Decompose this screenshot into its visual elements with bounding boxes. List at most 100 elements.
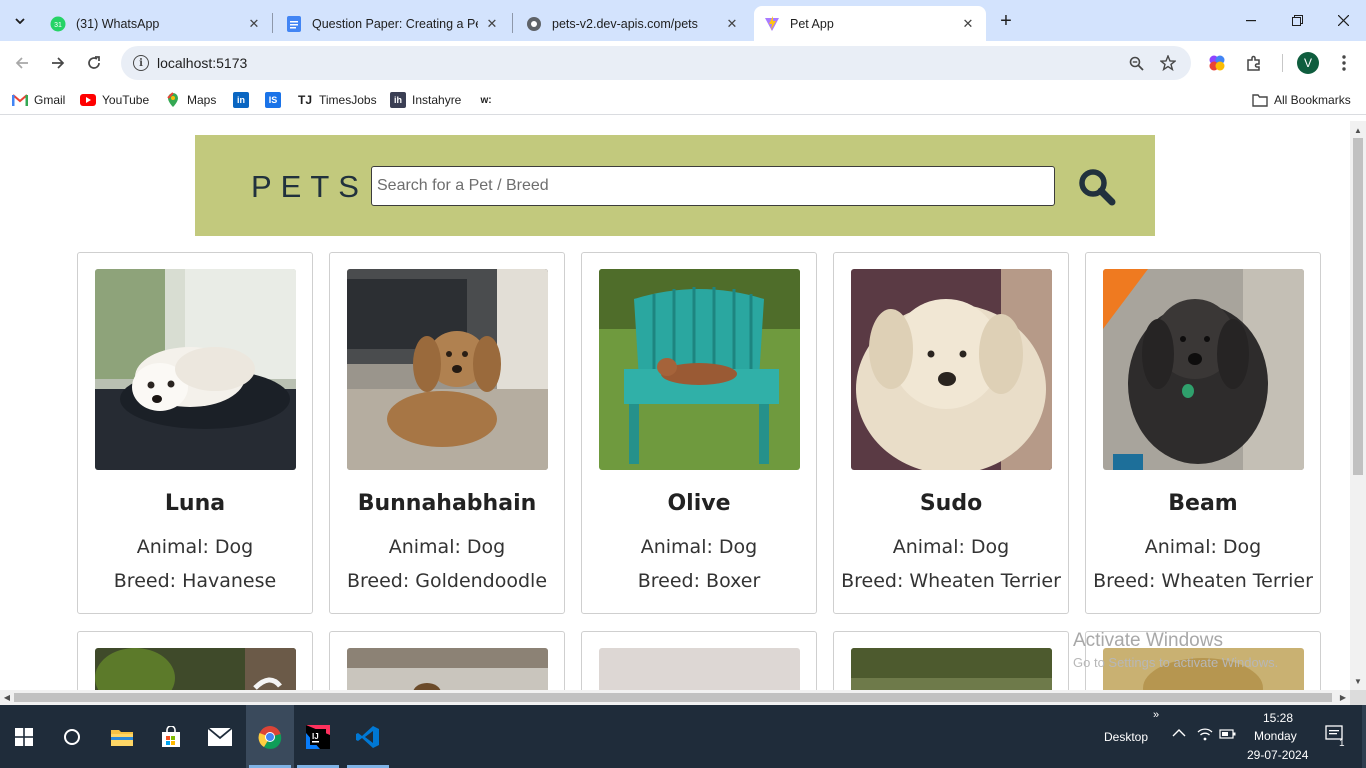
search-button[interactable] bbox=[1077, 167, 1117, 207]
tab-question-paper[interactable]: Question Paper: Creating a Pet A ✕ bbox=[276, 6, 510, 41]
close-icon[interactable]: ✕ bbox=[246, 16, 262, 32]
tab-pets-api[interactable]: pets-v2.dev-apis.com/pets ✕ bbox=[516, 6, 750, 41]
pet-search-input[interactable] bbox=[371, 166, 1055, 206]
vertical-scrollbar[interactable]: ▲ ▼ bbox=[1350, 121, 1366, 690]
scroll-up-icon[interactable]: ▲ bbox=[1350, 123, 1366, 137]
back-button[interactable] bbox=[9, 50, 35, 76]
show-desktop-strip[interactable] bbox=[1362, 705, 1366, 768]
toolbar-divider bbox=[1282, 54, 1283, 72]
scroll-down-icon[interactable]: ▼ bbox=[1350, 674, 1366, 688]
restore-button[interactable] bbox=[1274, 0, 1320, 41]
horizontal-scrollbar[interactable]: ◀ ▶ bbox=[0, 690, 1350, 705]
horizontal-scroll-thumb[interactable] bbox=[14, 693, 1332, 702]
address-bar[interactable]: i localhost:5173 bbox=[121, 46, 1191, 80]
puzzle-icon[interactable] bbox=[1242, 51, 1266, 75]
pet-card[interactable]: Olive Animal: Dog Breed: Boxer bbox=[581, 252, 817, 614]
bookmark-timesjobs[interactable]: TJ TimesJobs bbox=[297, 91, 377, 109]
all-bookmarks-label: All Bookmarks bbox=[1274, 93, 1351, 107]
close-icon[interactable]: ✕ bbox=[484, 16, 500, 32]
url-text: localhost:5173 bbox=[157, 55, 248, 71]
start-button[interactable] bbox=[0, 705, 48, 768]
forward-button[interactable] bbox=[45, 50, 71, 76]
tab-search-button[interactable] bbox=[8, 9, 32, 33]
tab-strip: 31 (31) WhatsApp ✕ Question Paper: Creat… bbox=[0, 0, 1366, 41]
pet-animal: Animal: Dog bbox=[1144, 536, 1262, 558]
activate-windows-subtitle: Go to Settings to activate Windows. bbox=[1073, 655, 1279, 670]
minimize-button[interactable] bbox=[1228, 0, 1274, 41]
w-icon: w: bbox=[480, 94, 492, 106]
iimjobs-icon: IS bbox=[265, 92, 281, 108]
tray-overflow-icon[interactable]: » bbox=[1153, 709, 1159, 721]
close-window-button[interactable] bbox=[1320, 0, 1366, 41]
show-hidden-icons[interactable] bbox=[1172, 727, 1186, 741]
pet-photo bbox=[599, 269, 800, 470]
scroll-right-icon[interactable]: ▶ bbox=[1336, 690, 1350, 705]
bookmark-star-icon[interactable] bbox=[1157, 53, 1179, 73]
extension-icon[interactable] bbox=[1205, 51, 1229, 75]
globe-icon bbox=[526, 16, 542, 32]
vertical-scroll-thumb[interactable] bbox=[1353, 138, 1363, 475]
taskbar-file-explorer[interactable] bbox=[98, 705, 146, 768]
bookmark-youtube[interactable]: YouTube bbox=[80, 91, 149, 109]
reload-button[interactable] bbox=[81, 50, 107, 76]
bookmark-label: Maps bbox=[187, 93, 217, 107]
menu-icon[interactable] bbox=[1332, 51, 1356, 75]
bookmark-linkedin[interactable]: in bbox=[233, 91, 255, 109]
pet-card[interactable] bbox=[833, 631, 1069, 690]
pet-card[interactable] bbox=[581, 631, 817, 690]
pet-card[interactable] bbox=[329, 631, 565, 690]
pet-card[interactable]: Beam Animal: Dog Breed: Wheaten Terrier bbox=[1085, 252, 1321, 614]
close-icon[interactable]: ✕ bbox=[724, 16, 740, 32]
pet-card[interactable]: Luna Animal: Dog Breed: Havanese bbox=[77, 252, 313, 614]
taskbar-mail[interactable] bbox=[196, 705, 244, 768]
pet-photo bbox=[851, 648, 1052, 690]
pet-name: Sudo bbox=[919, 491, 983, 516]
taskbar-chrome[interactable] bbox=[246, 705, 294, 768]
pet-animal: Animal: Dog bbox=[388, 536, 506, 558]
pet-breed: Breed: Wheaten Terrier bbox=[1093, 570, 1313, 592]
pet-card[interactable] bbox=[77, 631, 313, 690]
pet-photo bbox=[851, 269, 1052, 470]
bookmark-iimjobs[interactable]: IS bbox=[265, 91, 287, 109]
page-viewport: PETS Lu bbox=[0, 121, 1350, 690]
tab-whatsapp[interactable]: 31 (31) WhatsApp ✕ bbox=[40, 6, 272, 41]
taskbar-store[interactable] bbox=[147, 705, 195, 768]
new-tab-button[interactable]: + bbox=[994, 9, 1018, 33]
pet-photo bbox=[599, 648, 800, 690]
battery-icon[interactable] bbox=[1219, 728, 1237, 743]
taskbar-vscode[interactable] bbox=[344, 705, 392, 768]
bookmark-w[interactable]: w: bbox=[478, 91, 500, 109]
site-info-icon[interactable]: i bbox=[133, 55, 149, 71]
pet-card[interactable]: Sudo Animal: Dog Breed: Wheaten Terrier bbox=[833, 252, 1069, 614]
close-icon[interactable]: ✕ bbox=[960, 16, 976, 32]
profile-avatar[interactable]: V bbox=[1297, 52, 1319, 74]
linkedin-icon: in bbox=[233, 92, 249, 108]
pet-card[interactable]: Bunnahabhain Animal: Dog Breed: Goldendo… bbox=[329, 252, 565, 614]
zoom-icon[interactable] bbox=[1125, 53, 1147, 73]
taskbar-intellij[interactable]: IJ bbox=[294, 705, 342, 768]
wifi-icon[interactable] bbox=[1197, 727, 1213, 744]
pet-breed: Breed: Wheaten Terrier bbox=[841, 570, 1061, 592]
desktop-label[interactable]: Desktop bbox=[1104, 730, 1148, 744]
tab-pet-app[interactable]: Pet App ✕ bbox=[754, 6, 986, 41]
pet-name: Luna bbox=[164, 491, 226, 516]
scroll-left-icon[interactable]: ◀ bbox=[0, 690, 14, 705]
pet-photo bbox=[95, 269, 296, 470]
clock-date[interactable]: 29-07-2024 bbox=[1247, 748, 1308, 762]
clock-time[interactable]: 15:28 bbox=[1263, 711, 1293, 725]
pet-animal: Animal: Dog bbox=[892, 536, 1010, 558]
folder-icon bbox=[1252, 92, 1268, 108]
svg-text:31: 31 bbox=[54, 22, 62, 29]
clock-day[interactable]: Monday bbox=[1254, 729, 1297, 743]
pet-name: Beam bbox=[1168, 491, 1238, 516]
cortana-button[interactable] bbox=[48, 705, 96, 768]
notification-badge: 1 bbox=[1339, 738, 1345, 749]
pet-breed: Breed: Goldendoodle bbox=[346, 570, 548, 592]
search-icon bbox=[1079, 169, 1116, 206]
bookmark-gmail[interactable]: Gmail bbox=[12, 91, 65, 109]
bookmark-instahyre[interactable]: ih Instahyre bbox=[390, 91, 461, 109]
bookmark-maps[interactable]: Maps bbox=[165, 91, 216, 109]
all-bookmarks-button[interactable]: All Bookmarks bbox=[1252, 91, 1351, 109]
bookmark-label: Gmail bbox=[34, 93, 66, 107]
brand-title: PETS bbox=[251, 169, 368, 204]
